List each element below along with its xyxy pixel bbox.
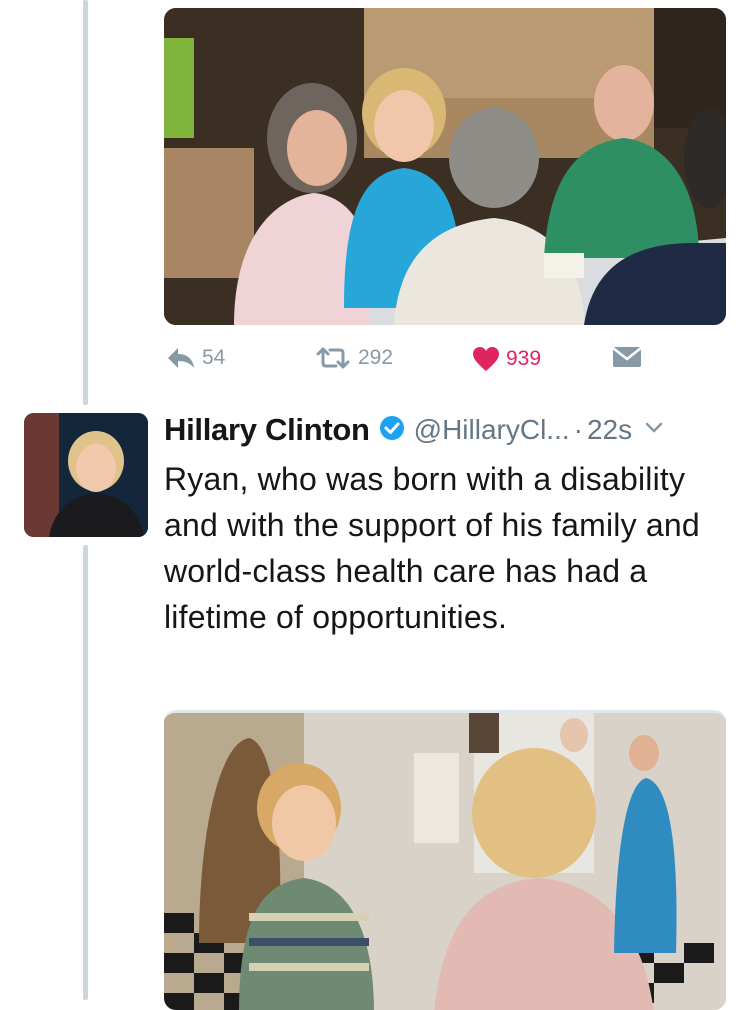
author-handle[interactable]: @HillaryCl... [414,414,570,446]
verified-badge-icon [378,414,406,447]
retweet-count: 292 [358,346,394,369]
tweet-photo-roundtable[interactable] [164,8,726,325]
tweet-timestamp[interactable]: 22s [587,414,632,446]
retweet-icon [314,346,352,370]
header-separator: · [573,414,583,445]
tweet-text: Ryan, who was born with a disability and… [164,461,700,635]
retweet-button[interactable]: 292 [314,346,393,370]
reply-button[interactable]: 54 [166,346,225,370]
heart-icon [472,346,500,372]
tweet-photo-ryan[interactable] [164,710,726,1010]
direct-message-button[interactable] [612,346,642,368]
envelope-icon [612,346,642,368]
photo-roundtable-illustration [164,8,726,325]
thread-connector-line [83,545,88,1000]
author-avatar[interactable] [24,413,148,537]
chevron-down-icon[interactable] [644,421,664,440]
photo-ryan-illustration [164,713,726,1010]
tweet-header: Hillary Clinton @HillaryCl... · 22s [164,408,739,452]
avatar-illustration [24,413,148,537]
tweet-actions: 54 292 939 [164,346,654,386]
like-count: 939 [506,347,542,370]
like-button[interactable]: 939 [472,346,541,372]
reply-count: 54 [202,346,226,369]
thread-connector-line [83,0,88,405]
author-name[interactable]: Hillary Clinton [164,412,370,448]
reply-icon [166,346,196,370]
